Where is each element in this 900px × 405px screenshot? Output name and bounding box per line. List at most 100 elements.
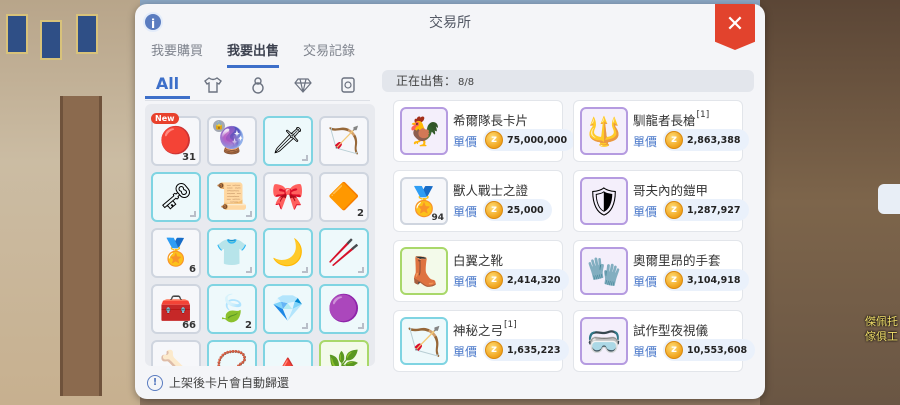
inventory-slot[interactable]: 🧰 66 (151, 284, 201, 334)
inventory-slot[interactable]: 🌙 (263, 228, 313, 278)
inventory-slot[interactable]: 🎀 (263, 172, 313, 222)
price-pill: z 2,414,320 (483, 269, 569, 291)
price-label: 單價 (453, 275, 478, 289)
corner-mark (302, 155, 308, 161)
price-pill: z 75,000,000 (483, 129, 576, 151)
inventory-slot[interactable]: 🦴 (151, 340, 201, 366)
info-circle-icon: ! (147, 374, 163, 391)
close-icon: ✕ (725, 12, 745, 37)
inventory-slot[interactable]: 💎 (263, 284, 313, 334)
shirt-icon[interactable] (190, 71, 235, 99)
spear-icon: 🔱 (580, 107, 628, 155)
selling-item-card[interactable]: 🏹 神秘之弓[1] 單價 z 1,635,223 (393, 310, 569, 372)
side-menu-tab[interactable] (878, 184, 900, 214)
item-count: 2 (245, 320, 252, 331)
bow-icon: 🏹 (327, 126, 361, 156)
inventory-slot[interactable]: 📿 (207, 340, 257, 366)
inventory-slot[interactable]: 👕 (207, 228, 257, 278)
leaf-icon: 🌿 (327, 350, 361, 366)
zeny-coin-icon: z (485, 201, 503, 219)
price-pill: z 3,104,918 (663, 269, 749, 291)
item-name-text: 希爾隊長卡片 (453, 113, 529, 128)
zeny-coin-icon: z (485, 271, 503, 289)
price-pill: z 2,863,388 (663, 129, 749, 151)
staff-icon: 🥢 (327, 238, 361, 268)
price-label: 單價 (633, 205, 658, 219)
inventory-grid-panel[interactable]: 🔴 New 31 🔮 🔒 🗡 🏹 🗝 📜 🎀 🔶 2 🏅 6 👕 🌙 🥢 🧰 66 🍃 2 💎 🟣 🦴 📿 🔺 🌿 (145, 104, 375, 366)
slot-count: [1] (504, 320, 517, 330)
inventory-slot[interactable]: 🗡 (263, 116, 313, 166)
item-count: 31 (182, 152, 196, 163)
key-icon: 🗝 (159, 182, 193, 212)
gourd-icon[interactable] (235, 71, 280, 99)
corner-mark (358, 267, 364, 273)
ribbon-icon: 🎀 (271, 182, 305, 212)
mystic-bow-icon: 🏹 (400, 317, 448, 365)
category-filter: All (145, 70, 370, 100)
gem-icon[interactable] (280, 71, 325, 99)
inventory-slot[interactable]: 🏹 (319, 116, 369, 166)
inventory-slot[interactable]: 🗝 (151, 172, 201, 222)
goggles-icon: 🥽 (580, 317, 628, 365)
price-pill: z 1,287,927 (663, 199, 749, 221)
armor-icon: 👕 (215, 238, 249, 268)
price-label: 單價 (633, 275, 658, 289)
selling-item-card[interactable]: 🧤 奧爾里昂的手套 單價 z 3,104,918 (573, 240, 749, 302)
zeny-coin-icon: z (485, 131, 503, 149)
inventory-slot[interactable]: 🔴 New 31 (151, 113, 201, 166)
zeny-coin-icon: z (665, 341, 683, 359)
card-icon[interactable] (325, 71, 370, 99)
inventory-slot[interactable]: 🥢 (319, 228, 369, 278)
selling-item-card[interactable]: 🐓 希爾隊長卡片 單價 z 75,000,000 (393, 100, 576, 162)
item-name-text: 神秘之弓 (453, 323, 504, 338)
inventory-slot[interactable]: 🏅 6 (151, 228, 201, 278)
item-name-text: 白翼之靴 (453, 253, 504, 268)
price-pill: z 25,000 (483, 199, 552, 221)
close-button[interactable]: ✕ (715, 4, 755, 50)
item-glyph: 🥽 (586, 324, 622, 358)
purple-stone-icon: 🟣 (327, 294, 361, 324)
inventory-slot[interactable]: 🔺 (263, 340, 313, 366)
corner-mark (358, 323, 364, 329)
item-name-text: 試作型夜視儀 (633, 323, 709, 338)
window-title: 交易所 (429, 15, 471, 31)
inventory-slot[interactable]: 🔮 🔒 (207, 116, 257, 166)
item-name: 試作型夜視儀 (633, 320, 708, 339)
price-label: 單價 (633, 135, 658, 149)
item-glyph: 🔱 (586, 114, 622, 148)
inventory-slot[interactable]: 🟣 (319, 284, 369, 334)
item-glyph: 🧤 (586, 254, 622, 288)
corner-mark (246, 267, 252, 273)
exchange-panel: i 交易所 ✕ 我要購買 我要出售 交易記錄 All 🔴 New 31 🔮 🔒 🗡 🏹 🗝 📜 🎀… (135, 4, 765, 399)
price-pill: z 1,635,223 (483, 339, 569, 361)
tab-sell[interactable]: 我要出售 (227, 40, 280, 68)
selling-item-card[interactable]: 🏅 94 獸人戰士之證 單價 z 25,000 (393, 170, 563, 232)
corner-mark (302, 323, 308, 329)
selling-item-card[interactable]: 👢 白翼之靴單價 z 2,414,320 (393, 240, 569, 302)
category-all[interactable]: All (145, 71, 190, 99)
inventory-slot[interactable]: 📜 (207, 172, 257, 222)
inventory-slot[interactable]: 🌿 (319, 340, 369, 366)
tab-buy[interactable]: 我要購買 (151, 40, 203, 68)
price-label: 單價 (453, 135, 478, 149)
item-glyph: 🏹 (406, 324, 442, 358)
item-glyph: 🛡 (586, 184, 622, 218)
item-count: 94 (431, 213, 444, 223)
price-value: 1,635,223 (507, 344, 561, 356)
inventory-slot[interactable]: 🔶 2 (319, 172, 369, 222)
price-value: 3,104,918 (687, 274, 741, 286)
item-glyph: 👢 (406, 254, 442, 288)
orc-certificate-icon: 🏅 94 (400, 177, 448, 225)
tab-history[interactable]: 交易記錄 (303, 40, 355, 68)
selling-item-card[interactable]: 🔱 馴龍者長槍[1] 單價 z 2,863,388 (573, 100, 749, 162)
selling-item-card[interactable]: 🛡 哥夫內的鎧甲 單價 z 1,287,927 (573, 170, 749, 232)
item-name-text: 奧爾里昂的手套 (633, 253, 721, 268)
inventory-slot[interactable]: 🍃 2 (207, 284, 257, 334)
gauntlet-icon: 🧤 (580, 247, 628, 295)
selling-item-card[interactable]: 🥽 試作型夜視儀 單價 z 10,553,608 (573, 310, 756, 372)
item-name: 白翼之靴 (453, 250, 503, 269)
item-name: 馴龍者長槍[1] (633, 110, 709, 129)
main-tabs: 我要購買 我要出售 交易記錄 (151, 40, 355, 68)
bones-icon: 🦴 (159, 350, 193, 366)
price-value: 2,863,388 (687, 134, 741, 146)
